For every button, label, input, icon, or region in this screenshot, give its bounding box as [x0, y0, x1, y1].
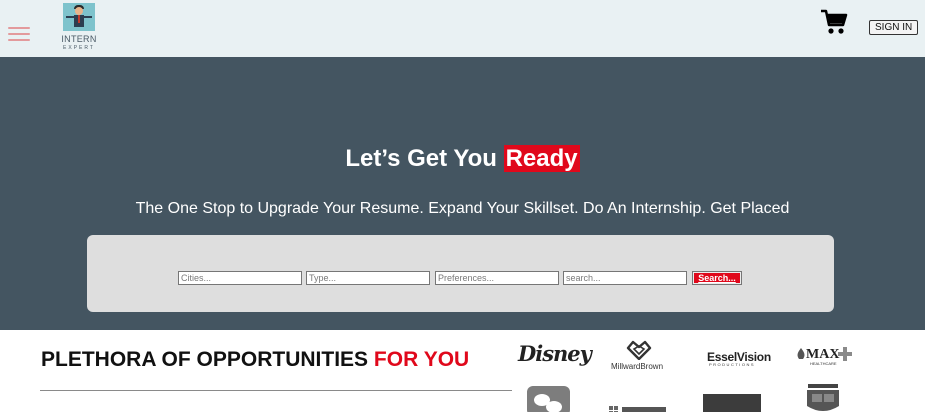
opportunities-heading-prefix: PLETHORA OF OPPORTUNITIES — [41, 348, 374, 371]
max-healthcare-subtext: HEALTHCARE — [810, 361, 837, 366]
essel-vision-subtext: PRODUCTIONS — [709, 362, 756, 367]
hero-title-prefix: Let’s Get You — [345, 145, 504, 172]
cities-input[interactable] — [178, 271, 302, 285]
max-flame-icon — [797, 348, 805, 359]
disney-logo: Disney — [518, 341, 592, 366]
search-input[interactable] — [563, 271, 687, 285]
hero-subtitle: The One Stop to Upgrade Your Resume. Exp… — [135, 200, 790, 217]
porsche-crest-icon — [807, 384, 839, 411]
opportunities-heading-highlight: FOR YOU — [373, 348, 470, 371]
type-input[interactable] — [306, 271, 430, 285]
menu-icon[interactable] — [8, 27, 30, 41]
preferences-input[interactable] — [435, 271, 559, 285]
search-button-label: Search... — [694, 273, 740, 283]
site-logo[interactable]: INTERN EXPERT — [59, 3, 99, 51]
top-navbar: INTERN EXPERT SIGN IN — [0, 0, 925, 57]
millward-brown-logo: MillwardBrown — [611, 362, 664, 371]
wechat-logo-icon — [527, 386, 570, 412]
sign-in-button[interactable]: SIGN IN — [869, 20, 919, 35]
logo-mascot-icon — [63, 3, 95, 31]
hero-title-highlight: Ready — [503, 145, 580, 172]
hero-section: Let’s Get You Ready The One Stop to Upgr… — [0, 57, 925, 330]
cart-icon[interactable] — [820, 9, 848, 35]
logo-subtext: EXPERT — [63, 45, 95, 51]
hero-title: Let’s Get You Ready — [0, 145, 925, 173]
max-cross-icon — [838, 347, 852, 361]
logo-text: INTERN — [61, 34, 97, 44]
lic-logo-icon — [703, 394, 761, 412]
search-button[interactable]: Search... — [692, 271, 742, 285]
section-divider — [40, 390, 512, 391]
millward-brown-icon — [626, 340, 652, 360]
search-panel: Search... — [87, 235, 834, 312]
microsoft-logo-icon — [609, 406, 666, 412]
opportunities-heading: PLETHORA OF OPPORTUNITIES FOR YOU — [41, 348, 469, 372]
